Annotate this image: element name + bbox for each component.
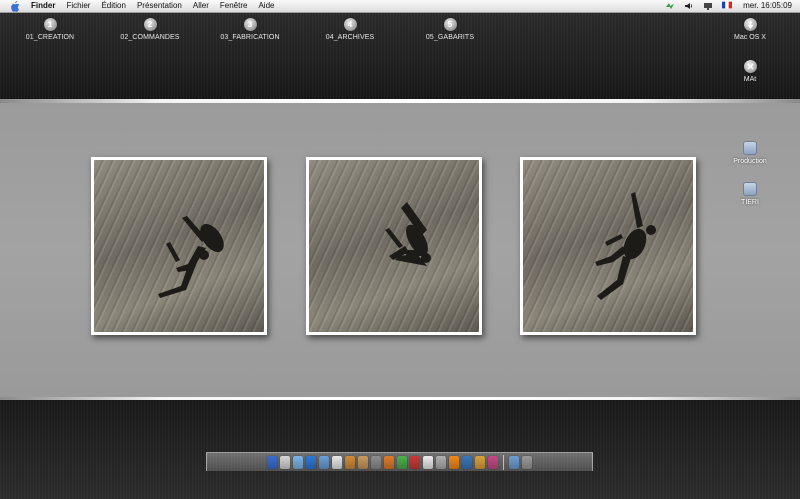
number-badge-icon: 3 [243,18,257,31]
photo-image [309,160,479,332]
dashboard-icon[interactable] [280,455,290,469]
volume-label: MAt [743,76,757,83]
apple-icon[interactable] [9,0,21,12]
server-tieri[interactable]: TIERI [720,182,780,206]
menu-aide[interactable]: Aide [258,0,274,12]
mail-icon[interactable] [293,455,303,469]
folder-label: 05_GABARITS [425,34,475,41]
vlc-icon[interactable] [449,455,459,469]
number-badge-icon: 5 [443,18,457,31]
folder-01-creation[interactable]: 1 01_CREATION [5,18,95,41]
server-label: TIERI [741,199,759,206]
folder-label: 01_CREATION [25,34,75,41]
server-label: Production [733,158,767,165]
indesign-icon[interactable] [488,455,498,469]
photo-image [94,160,264,332]
dock-separator [503,454,504,470]
climber-photo-1[interactable] [91,157,267,335]
trash-icon[interactable] [522,455,532,469]
menu-clock[interactable]: mer. 16:05:09 [743,0,792,12]
dock [206,452,593,471]
firefox-icon[interactable] [384,455,394,469]
finder-icon[interactable] [267,455,277,469]
automator-icon[interactable] [436,455,446,469]
volume-mac-os-x[interactable]: Mac OS X [720,18,780,41]
volume-mat[interactable]: MAt [720,60,780,83]
download-icon [743,18,757,31]
flag-fr-icon[interactable] [722,1,733,11]
number-badge-icon: 1 [43,18,57,31]
folder-label: 02_COMMANDES [120,34,180,41]
folder-05-gabarits[interactable]: 5 05_GABARITS [405,18,495,41]
number-badge-icon: 4 [343,18,357,31]
menu-aller[interactable]: Aller [193,0,209,12]
climber-photo-2[interactable] [306,157,482,335]
preview-icon[interactable] [345,455,355,469]
menu-edition[interactable]: Édition [101,0,125,12]
folder-04-archives[interactable]: 4 04_ARCHIVES [305,18,395,41]
menu-bar: Finder Fichier Édition Présentation Alle… [0,0,800,13]
number-badge-icon: 2 [143,18,157,31]
photoshop-icon[interactable] [462,455,472,469]
display-icon[interactable] [703,1,713,11]
server-icon [743,141,757,155]
system-preferences-icon[interactable] [371,455,381,469]
volume-label: Mac OS X [734,34,766,41]
menu-fenetre[interactable]: Fenêtre [220,0,248,12]
climber-figure-icon [595,192,656,300]
close-icon [743,60,757,73]
folder-label: 03_FABRICATION [220,34,280,41]
quark-icon[interactable] [509,455,519,469]
folder-02-commandes[interactable]: 2 02_COMMANDES [105,18,195,41]
server-icon [743,182,757,196]
folder-03-fabrication[interactable]: 3 03_FABRICATION [205,18,295,41]
menu-presentation[interactable]: Présentation [137,0,182,12]
sync-icon[interactable] [665,1,675,11]
adium-icon[interactable] [397,455,407,469]
safari-icon[interactable] [306,455,316,469]
wallpaper-bottom [0,400,800,499]
volume-icon[interactable] [684,1,694,11]
menu-finder[interactable]: Finder [31,0,55,12]
menu-fichier[interactable]: Fichier [66,0,90,12]
ical-icon[interactable] [332,455,342,469]
climber-figure-icon [158,216,224,298]
pdf-icon[interactable] [410,455,420,469]
photo-image [523,160,693,332]
climber-photo-3[interactable] [520,157,696,335]
folder-label: 04_ARCHIVES [325,34,375,41]
address-book-icon[interactable] [358,455,368,469]
text-edit-icon[interactable] [423,455,433,469]
climber-figure-icon [385,202,431,266]
itunes-icon[interactable] [319,455,329,469]
illustrator-icon[interactable] [475,455,485,469]
server-production[interactable]: Production [720,141,780,165]
